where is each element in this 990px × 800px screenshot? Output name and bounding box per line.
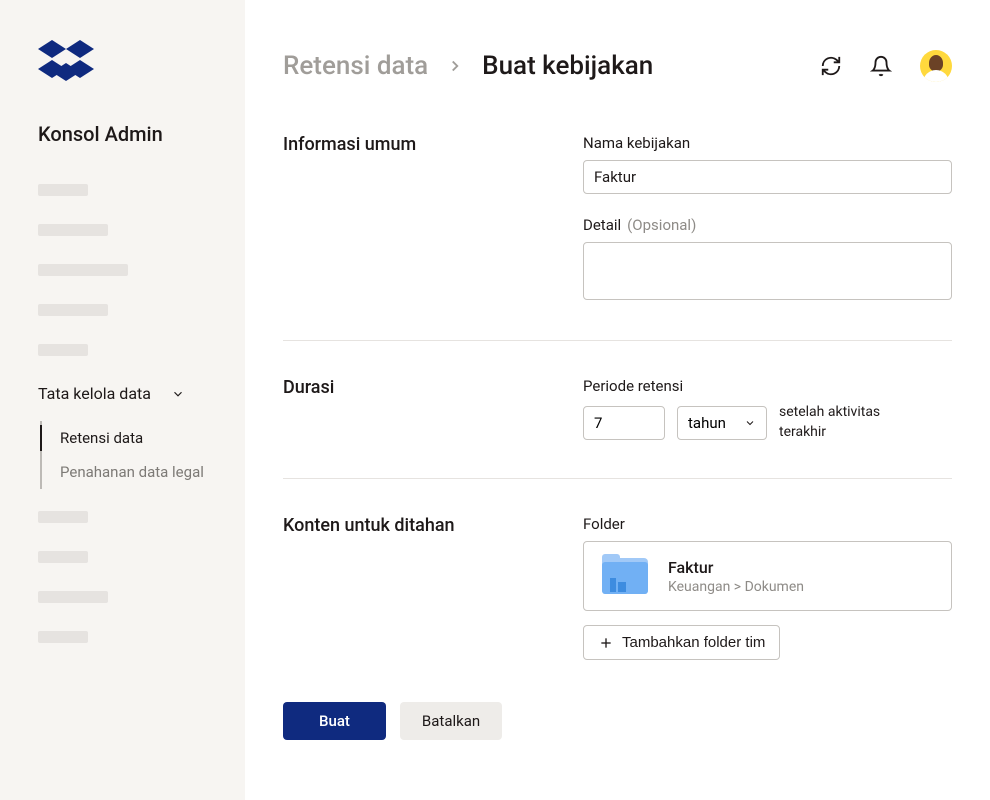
folder-label: Folder: [583, 515, 952, 533]
sidebar-placeholder: [38, 304, 108, 316]
section-title: Informasi umum: [283, 134, 583, 304]
sync-icon[interactable]: [820, 55, 842, 77]
header-icons: [820, 50, 952, 82]
sidebar-item-legal-hold[interactable]: Penahanan data legal: [60, 455, 245, 489]
sidebar-item-retention[interactable]: Retensi data: [60, 421, 245, 455]
create-button[interactable]: Buat: [283, 702, 386, 740]
breadcrumb-current: Buat kebijakan: [482, 51, 653, 81]
avatar[interactable]: [920, 50, 952, 82]
chevron-down-icon: [171, 387, 185, 401]
retention-unit-select[interactable]: tahun: [677, 406, 767, 440]
dropbox-logo: [38, 40, 245, 92]
sidebar-submenu: Retensi data Penahanan data legal: [40, 421, 245, 489]
add-folder-button[interactable]: Tambahkan folder tim: [583, 625, 780, 660]
sidebar-title: Konsol Admin: [38, 122, 245, 146]
retention-period-input[interactable]: [583, 406, 665, 440]
cancel-button[interactable]: Batalkan: [400, 702, 502, 740]
chevron-right-icon: [446, 57, 464, 75]
folder-name: Faktur: [668, 558, 933, 577]
main-content: Retensi data Buat kebijakan Informasi um…: [245, 0, 990, 800]
folder-path: Keuangan > Dokumen: [668, 579, 933, 595]
add-folder-label: Tambahkan folder tim: [622, 634, 765, 651]
plus-icon: [598, 635, 614, 651]
policy-name-label: Nama kebijakan: [583, 134, 952, 152]
detail-label: Detail: [583, 216, 621, 234]
detail-textarea[interactable]: [583, 242, 952, 300]
optional-hint: (Opsional): [627, 216, 696, 234]
sidebar-placeholder: [38, 551, 88, 563]
sidebar-placeholder: [38, 344, 88, 356]
bell-icon[interactable]: [870, 55, 892, 77]
sidebar: Konsol Admin Tata kelola data Retensi da…: [0, 0, 245, 800]
sidebar-placeholder: [38, 591, 108, 603]
header-row: Retensi data Buat kebijakan: [283, 50, 952, 82]
sidebar-placeholder: [38, 264, 128, 276]
breadcrumb: Retensi data Buat kebijakan: [283, 51, 653, 81]
sidebar-placeholder: [38, 224, 108, 236]
section-content: Konten untuk ditahan Folder Faktur Keuan…: [283, 515, 952, 684]
folder-card[interactable]: Faktur Keuangan > Dokumen: [583, 541, 952, 611]
chevron-down-icon: [744, 417, 756, 429]
section-title: Durasi: [283, 377, 583, 442]
sidebar-placeholder: [38, 631, 88, 643]
breadcrumb-parent[interactable]: Retensi data: [283, 51, 428, 81]
retention-period-label: Periode retensi: [583, 377, 952, 395]
sidebar-section-label: Tata kelola data: [38, 384, 151, 403]
sidebar-placeholder: [38, 511, 88, 523]
after-activity-text: setelah aktivitas terakhir: [779, 403, 919, 442]
policy-name-input[interactable]: [583, 160, 952, 194]
select-value: tahun: [688, 414, 726, 432]
section-general: Informasi umum Nama kebijakan Detail (Op…: [283, 134, 952, 341]
sidebar-section-data-governance[interactable]: Tata kelola data: [38, 384, 245, 403]
team-folder-icon: [602, 556, 650, 596]
section-duration: Durasi Periode retensi tahun setelah akt…: [283, 377, 952, 479]
sidebar-placeholder: [38, 184, 88, 196]
section-title: Konten untuk ditahan: [283, 515, 583, 660]
footer-buttons: Buat Batalkan: [283, 702, 952, 740]
